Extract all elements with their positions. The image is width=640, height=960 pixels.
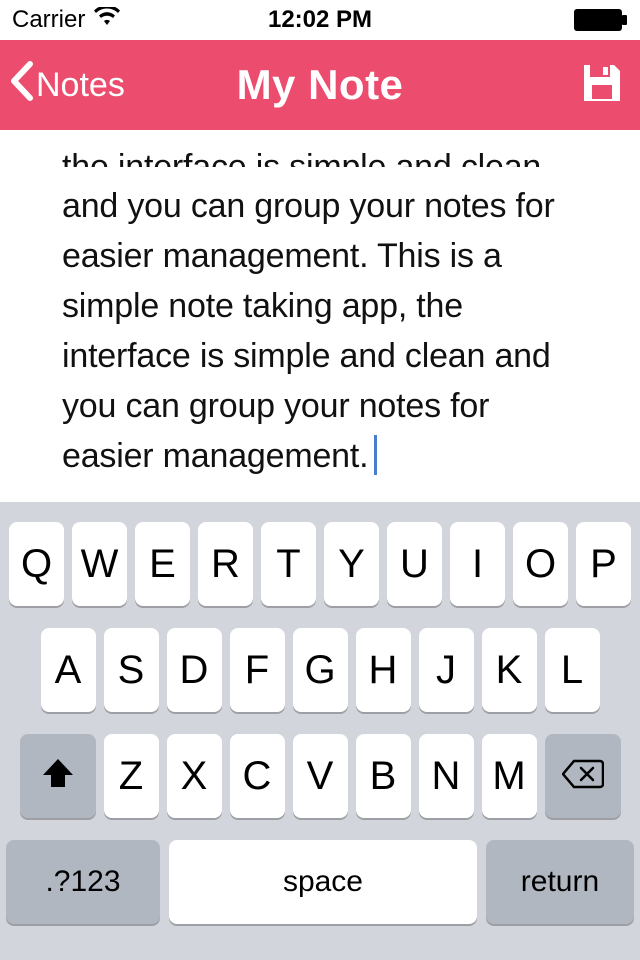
key-q[interactable]: Q [9,522,64,606]
key-c[interactable]: C [230,734,285,818]
key-y[interactable]: Y [324,522,379,606]
backspace-key[interactable] [545,734,621,818]
key-e[interactable]: E [135,522,190,606]
shift-key[interactable] [20,734,96,818]
note-text-partial: the interface is simple and clean [62,143,584,167]
return-key[interactable]: return [486,840,634,924]
note-text: and you can group your notes for easier … [62,182,584,482]
back-label: Notes [36,66,125,105]
key-m[interactable]: M [482,734,537,818]
status-time: 12:02 PM [268,6,372,34]
key-o[interactable]: O [513,522,568,606]
wifi-icon [93,6,121,34]
note-editor[interactable]: the interface is simple and clean and yo… [0,130,640,502]
key-a[interactable]: A [41,628,96,712]
key-f[interactable]: F [230,628,285,712]
key-n[interactable]: N [419,734,474,818]
save-icon [578,94,626,111]
key-w[interactable]: W [72,522,127,606]
key-d[interactable]: D [167,628,222,712]
key-j[interactable]: J [419,628,474,712]
status-left: Carrier [12,6,121,34]
space-key[interactable]: space [169,840,477,924]
key-i[interactable]: I [450,522,505,606]
key-h[interactable]: H [356,628,411,712]
back-button[interactable]: Notes [8,60,125,111]
key-r[interactable]: R [198,522,253,606]
note-body: and you can group your notes for easier … [62,187,555,475]
keyboard-row-1: QWERTYUIOP [6,522,634,606]
key-l[interactable]: L [545,628,600,712]
mode-key[interactable]: .?123 [6,840,160,924]
page-title: My Note [237,61,404,109]
key-x[interactable]: X [167,734,222,818]
shift-icon [41,754,75,799]
battery-icon [574,9,628,31]
key-z[interactable]: Z [104,734,159,818]
nav-bar: Notes My Note [0,40,640,130]
keyboard-row-3: ZXCVBNM [6,734,634,818]
key-t[interactable]: T [261,522,316,606]
keyboard: QWERTYUIOP ASDFGHJKL ZXCVBNM .?123 space… [0,502,640,960]
key-g[interactable]: G [293,628,348,712]
key-u[interactable]: U [387,522,442,606]
key-b[interactable]: B [356,734,411,818]
text-cursor [374,435,377,475]
key-k[interactable]: K [482,628,537,712]
carrier-label: Carrier [12,6,85,34]
keyboard-row-2: ASDFGHJKL [6,628,634,712]
status-bar: Carrier 12:02 PM [0,0,640,40]
keyboard-row-4: .?123 space return [6,840,634,924]
key-s[interactable]: S [104,628,159,712]
save-button[interactable] [578,59,626,112]
key-v[interactable]: V [293,734,348,818]
backspace-icon [562,754,604,799]
key-p[interactable]: P [576,522,631,606]
chevron-left-icon [8,60,34,111]
